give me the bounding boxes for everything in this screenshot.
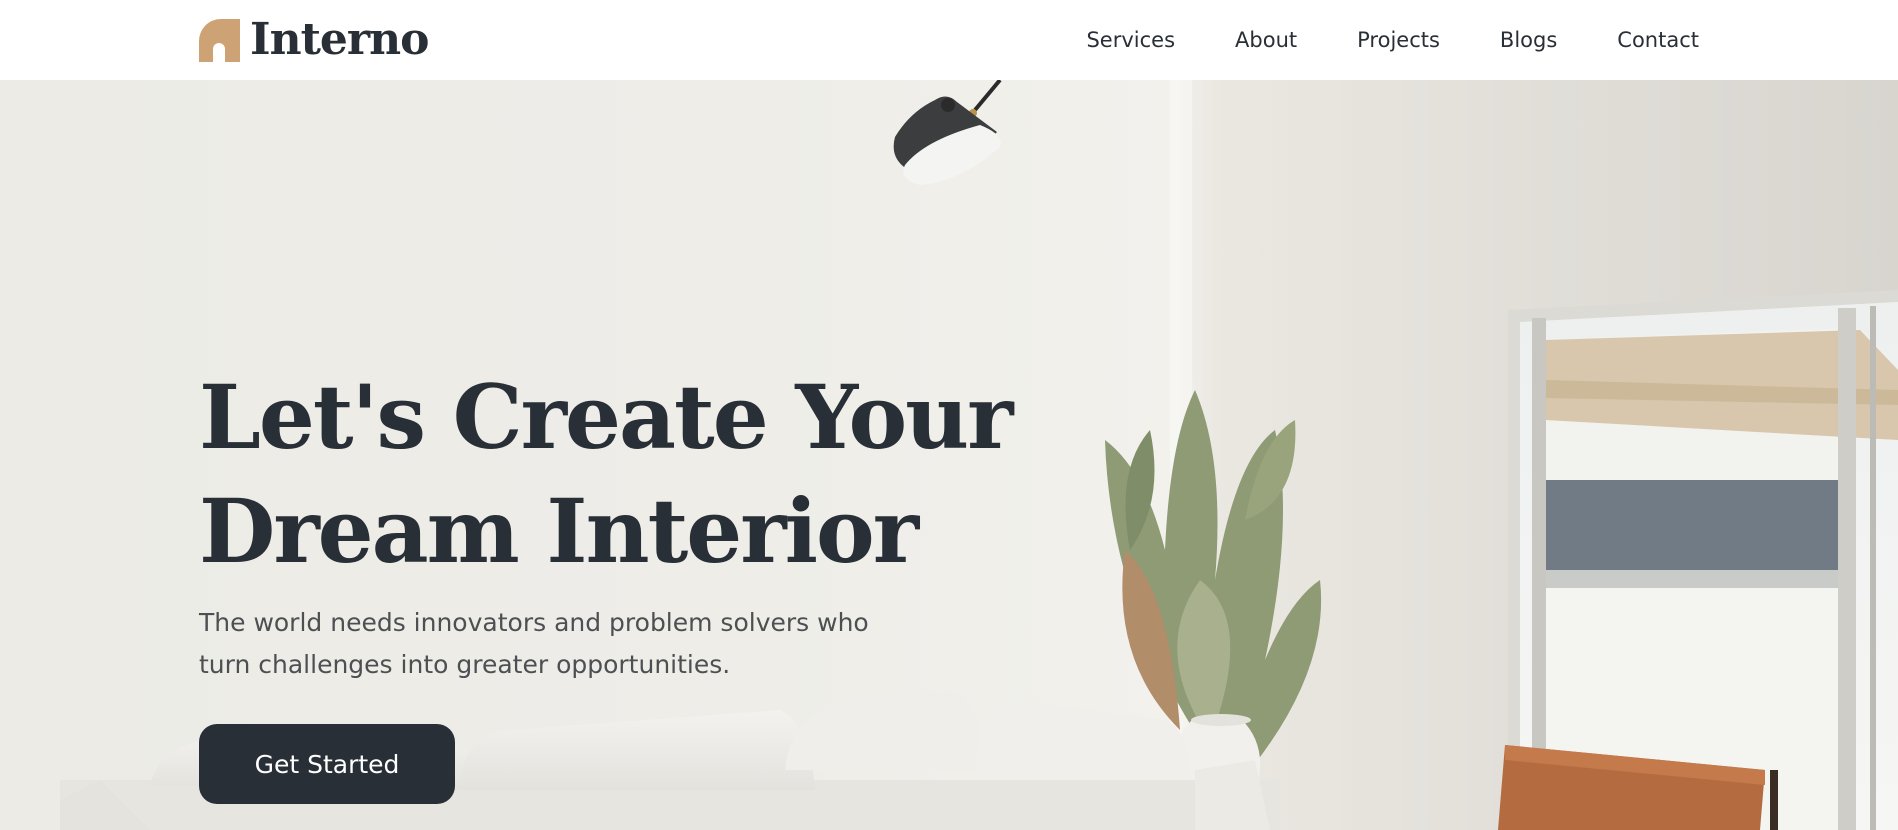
nav-link-contact[interactable]: Contact: [1617, 28, 1699, 52]
sliding-window: [1508, 290, 1898, 830]
main-nav: Services About Projects Blogs Contact: [1086, 22, 1699, 58]
get-started-button[interactable]: Get Started: [199, 724, 455, 804]
arch-logo-icon: [199, 18, 240, 62]
hero-subtitle: The world needs innovators and problem s…: [199, 602, 879, 686]
hero-title-line-2: Dream Interior: [199, 479, 919, 583]
brand-name: Interno: [250, 14, 429, 65]
nav-link-about[interactable]: About: [1235, 28, 1297, 52]
wall-lamp: [893, 80, 1002, 185]
hero-subtitle-line-2: turn challenges into greater opportuniti…: [199, 650, 731, 679]
nav-link-blogs[interactable]: Blogs: [1500, 28, 1557, 52]
logo[interactable]: Interno: [199, 14, 429, 65]
nav-link-projects[interactable]: Projects: [1357, 28, 1440, 52]
hero-title: Let's Create Your Dream Interior: [199, 360, 1019, 588]
hero-section: Let's Create Your Dream Interior The wor…: [0, 80, 1898, 830]
hero-title-line-1: Let's Create Your: [199, 365, 1014, 469]
hero-subtitle-line-1: The world needs innovators and problem s…: [199, 608, 869, 637]
nav-link-services[interactable]: Services: [1086, 28, 1175, 52]
site-header: Interno Services About Projects Blogs Co…: [0, 0, 1898, 80]
